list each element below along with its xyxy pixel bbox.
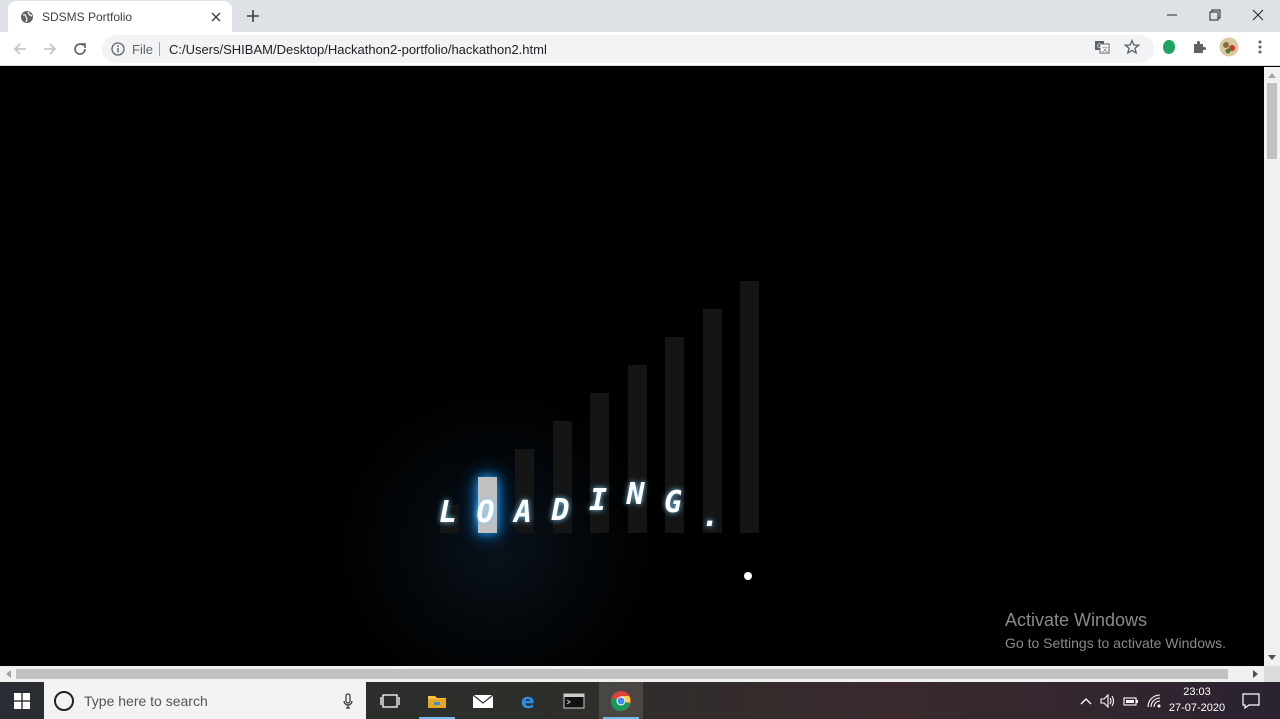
back-arrow-icon[interactable] [8, 37, 32, 61]
loading-letter: O [476, 495, 495, 530]
vertical-scrollbar[interactable] [1264, 67, 1280, 666]
scroll-down-arrow-icon[interactable] [1264, 650, 1280, 666]
omnibox-divider [158, 42, 160, 56]
loading-letter: I [589, 483, 608, 518]
loading-bar [740, 281, 759, 533]
edge-browser-icon[interactable]: e [507, 682, 551, 719]
loading-letter: D [551, 493, 570, 528]
terminal-icon[interactable] [552, 682, 596, 719]
extension-green-icon[interactable] [1159, 37, 1179, 57]
svg-text:e: e [521, 691, 535, 711]
omnibox-scheme: File [132, 41, 153, 57]
loading-letter: G [664, 485, 683, 520]
loading-dot [744, 572, 752, 580]
cortana-circle-icon [54, 690, 74, 711]
address-bar[interactable]: File C:/Users/SHIBAM/Desktop/Hackathon2-… [102, 35, 1154, 63]
profile-avatar-icon[interactable] [1219, 37, 1239, 57]
system-clock[interactable]: 23:03 27-07-2020 [1164, 684, 1230, 716]
windows-start-icon[interactable] [0, 682, 44, 719]
mail-icon[interactable] [461, 682, 505, 719]
tab-title: SDSMS Portfolio [42, 9, 133, 24]
close-tab-icon[interactable] [208, 9, 224, 25]
watermark-subtitle: Go to Settings to activate Windows. [1005, 635, 1226, 651]
loading-letter: . [701, 499, 720, 534]
restore-icon[interactable] [1193, 0, 1237, 30]
search-placeholder: Type here to search [84, 692, 208, 709]
globe-icon [20, 10, 34, 24]
clock-time: 23:03 [1183, 686, 1211, 698]
taskbar-search-box[interactable]: Type here to search [44, 682, 366, 719]
notification-icon[interactable] [1236, 682, 1266, 719]
battery-icon[interactable] [1121, 682, 1141, 719]
vertical-scroll-thumb[interactable] [1267, 83, 1277, 159]
chevron-up-icon[interactable] [1076, 682, 1096, 719]
microphone-icon[interactable] [336, 689, 360, 713]
horizontal-scroll-thumb[interactable] [16, 669, 1228, 679]
loading-letter: L [439, 495, 458, 530]
scroll-right-arrow-icon[interactable] [1248, 666, 1264, 682]
volume-icon[interactable] [1098, 682, 1118, 719]
activate-windows-watermark: Activate Windows Go to Settings to activ… [1005, 610, 1226, 651]
url-text[interactable]: C:/Users/SHIBAM/Desktop/Hackathon2-portf… [169, 42, 547, 57]
page-viewport: LOADING. Activate Windows Go to Settings… [0, 67, 1264, 666]
watermark-title: Activate Windows [1005, 610, 1148, 630]
loading-letter: A [514, 495, 533, 530]
minimize-icon[interactable] [1150, 0, 1194, 30]
menu-kebab-icon[interactable] [1250, 37, 1270, 57]
tab-strip: SDSMS Portfolio [0, 0, 1280, 32]
file-explorer-icon[interactable] [415, 682, 459, 719]
forward-arrow-icon[interactable] [38, 37, 62, 61]
reload-icon[interactable] [68, 37, 92, 61]
info-icon[interactable] [110, 41, 126, 57]
star-icon[interactable] [1122, 37, 1142, 57]
chrome-icon[interactable] [599, 682, 643, 719]
wifi-icon[interactable] [1144, 682, 1164, 719]
task-view-icon[interactable] [368, 682, 412, 719]
translate-icon[interactable]: G文 [1092, 37, 1112, 57]
windows-taskbar: Type here to search e 23:03 27-07-2020 [0, 682, 1280, 719]
svg-text:文: 文 [1102, 46, 1108, 54]
loading-letter: N [626, 477, 645, 512]
scroll-left-arrow-icon[interactable] [0, 666, 16, 682]
browser-toolbar: File C:/Users/SHIBAM/Desktop/Hackathon2-… [0, 32, 1280, 66]
scrollbar-corner [1264, 666, 1280, 682]
extensions-puzzle-icon[interactable] [1189, 37, 1209, 57]
scroll-up-arrow-icon[interactable] [1264, 67, 1280, 83]
new-tab-icon[interactable] [243, 6, 263, 26]
browser-tab[interactable]: SDSMS Portfolio [8, 1, 232, 32]
horizontal-scrollbar[interactable] [0, 666, 1264, 682]
close-window-icon[interactable] [1236, 0, 1280, 30]
clock-date: 27-07-2020 [1168, 702, 1226, 714]
